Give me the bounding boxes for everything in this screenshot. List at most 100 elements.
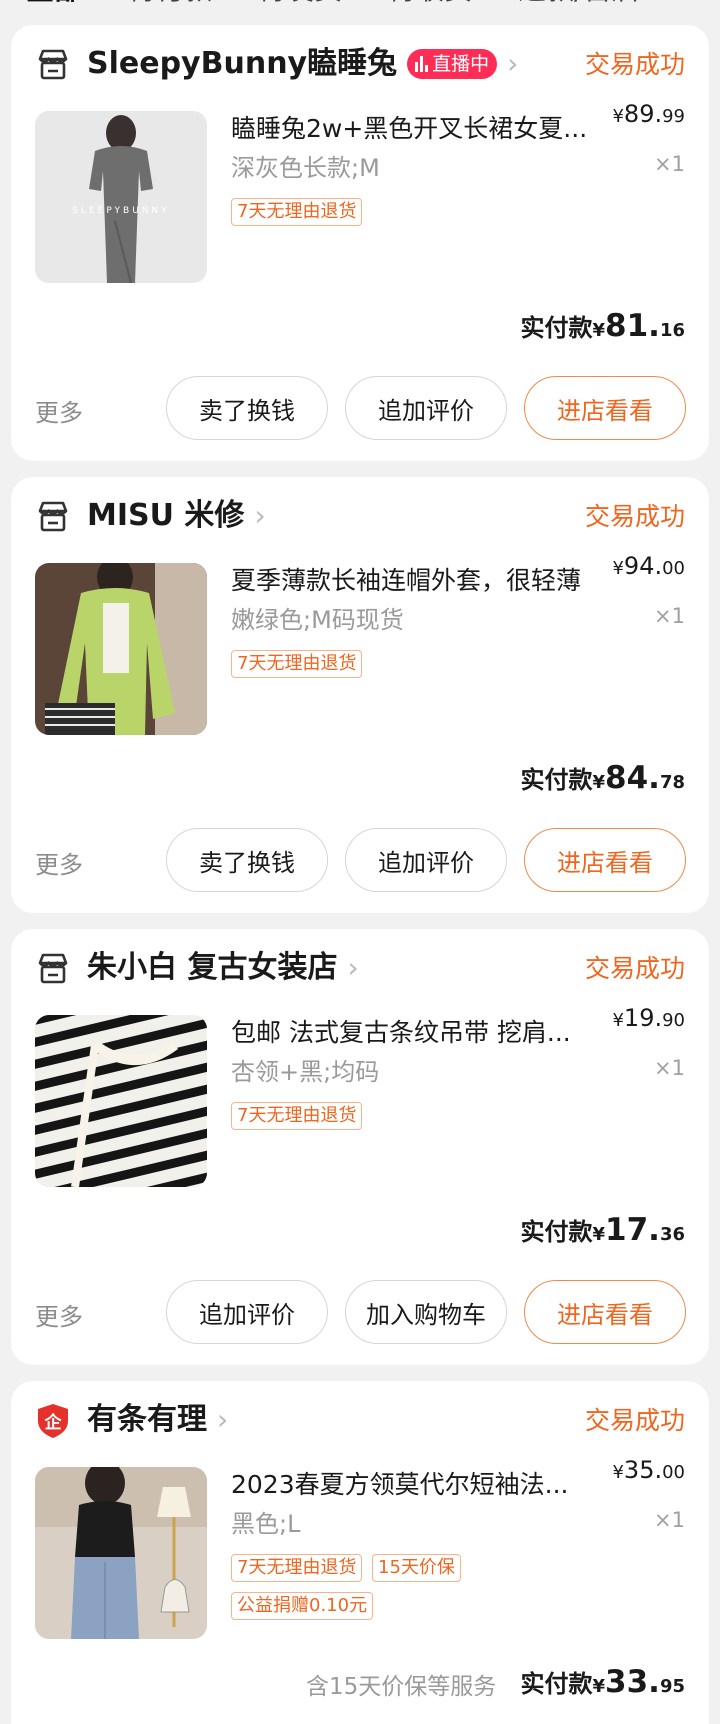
enterprise-shield-icon: 企 (35, 1403, 71, 1439)
amount-paid-decimal: 78 (659, 772, 685, 793)
return-policy-tag: 7天无理由退货 (231, 650, 363, 678)
amount-paid-decimal: 16 (659, 320, 685, 341)
product-image[interactable] (35, 1015, 207, 1187)
visit-store-button[interactable]: 进店看看 (524, 1280, 686, 1344)
quantity: ×1 (654, 152, 685, 176)
price-decimal: 99 (662, 106, 685, 127)
tab-all[interactable]: 全部 (26, 0, 82, 8)
product-image-watermark: SLEEPYBUNNY (72, 206, 170, 216)
add-review-button[interactable]: 追加评价 (345, 376, 507, 440)
product-variant: 深灰色长款;M (231, 154, 380, 182)
service-note: 含15天价保等服务 (306, 1674, 497, 1700)
store-name-link[interactable]: 有条有理 › (87, 1397, 228, 1443)
order-list-page: 全部 待付款 待发货 待收货 退款/售后 SleepyBunny瞌睡兔 直播中 (0, 0, 720, 1724)
store-name: SleepyBunny瞌睡兔 (87, 46, 398, 81)
order-status: 交易成功 (584, 954, 685, 983)
unit-price: ¥89.99 (612, 100, 685, 128)
more-link[interactable]: 更多 (35, 1297, 83, 1332)
charity-tag: 公益捐赠0.10元 (231, 1592, 374, 1620)
order-card-header: 企 有条有理 › 交易成功 (11, 1381, 709, 1461)
store-icon (35, 47, 71, 83)
svg-text:企: 企 (44, 1412, 63, 1433)
tab-pending-shipment[interactable]: 待发货 (258, 0, 342, 8)
order-card: SleepyBunny瞌睡兔 直播中 › 交易成功 SLEEPYBUNNY 瞌睡… (11, 25, 709, 461)
more-link[interactable]: 更多 (35, 845, 83, 880)
amount-paid-integer: 17. (605, 1212, 660, 1248)
price-integer: 89. (623, 100, 663, 128)
order-card: MISU 米修 › 交易成功 夏季薄款长袖连帽外套，很轻薄 嫩绿色;M码现货 7… (11, 477, 709, 913)
order-card-header: SleepyBunny瞌睡兔 直播中 › 交易成功 (11, 25, 709, 105)
add-review-button[interactable]: 追加评价 (345, 828, 507, 892)
add-to-cart-button[interactable]: 加入购物车 (345, 1280, 507, 1344)
return-policy-tag: 7天无理由退货 (231, 198, 363, 226)
product-image[interactable] (35, 563, 207, 735)
unit-price: ¥19.90 (612, 1004, 685, 1032)
amount-paid-integer: 81. (605, 308, 660, 344)
amount-paid-decimal: 36 (659, 1224, 685, 1245)
return-policy-tag: 7天无理由退货 (231, 1554, 363, 1582)
chevron-right-icon: › (217, 1403, 229, 1436)
amount-paid: 实付款¥17.36 (520, 1212, 685, 1248)
product-image[interactable] (35, 1467, 207, 1639)
tab-pending-payment[interactable]: 待付款 (128, 0, 212, 8)
order-status: 交易成功 (584, 502, 685, 531)
product-title[interactable]: 包邮 法式复古条纹吊带 挖肩... (231, 1013, 621, 1049)
return-policy-tag: 7天无理由退货 (231, 1102, 363, 1130)
store-name-link[interactable]: SleepyBunny瞌睡兔 直播中 › (87, 41, 518, 87)
order-status: 交易成功 (584, 50, 685, 79)
order-card-header: 朱小白 复古女装店 › 交易成功 (11, 929, 709, 1009)
amount-paid-currency: ¥ (592, 1676, 606, 1697)
unit-price: ¥94.00 (612, 552, 685, 580)
product-image[interactable]: SLEEPYBUNNY (35, 111, 207, 283)
quantity: ×1 (654, 1056, 685, 1080)
product-variant: 杏领+黑;均码 (231, 1058, 380, 1086)
price-decimal: 90 (662, 1010, 685, 1031)
chevron-right-icon: › (254, 499, 266, 532)
order-status: 交易成功 (584, 1406, 685, 1435)
unit-price: ¥35.00 (612, 1456, 685, 1484)
amount-paid-label: 实付款 (520, 766, 593, 794)
store-icon (35, 951, 71, 987)
product-variant: 嫩绿色;M码现货 (231, 606, 404, 634)
tab-pending-receipt[interactable]: 待收货 (388, 0, 472, 8)
amount-paid: 实付款¥33.95 (520, 1664, 685, 1700)
live-badge[interactable]: 直播中 (407, 49, 498, 79)
chevron-right-icon: › (507, 47, 519, 80)
price-protection-tag: 15天价保 (372, 1554, 461, 1582)
store-name: 有条有理 (87, 1402, 207, 1437)
resell-button[interactable]: 卖了换钱 (166, 828, 328, 892)
visit-store-button[interactable]: 进店看看 (524, 376, 686, 440)
more-link[interactable]: 更多 (35, 393, 83, 428)
product-variant: 黑色;L (231, 1510, 301, 1538)
amount-paid-label: 实付款 (520, 314, 593, 342)
visit-store-button[interactable]: 进店看看 (524, 828, 686, 892)
amount-paid-currency: ¥ (592, 1224, 606, 1245)
product-title[interactable]: 2023春夏方领莫代尔短袖法... (231, 1465, 621, 1501)
price-integer: 19. (623, 1004, 663, 1032)
store-name-link[interactable]: 朱小白 复古女装店 › (87, 945, 359, 991)
quantity: ×1 (654, 604, 685, 628)
order-card-header: MISU 米修 › 交易成功 (11, 477, 709, 557)
store-icon (35, 499, 71, 535)
tab-refund[interactable]: 退款/售后 (518, 0, 639, 8)
product-title[interactable]: 瞌睡兔2w+黑色开叉长裙女夏... (231, 109, 621, 145)
price-decimal: 00 (662, 1462, 685, 1483)
amount-paid-decimal: 95 (659, 1676, 685, 1697)
product-title[interactable]: 夏季薄款长袖连帽外套，很轻薄 (231, 561, 621, 597)
amount-paid-integer: 84. (605, 760, 660, 796)
store-name: 朱小白 复古女装店 (87, 950, 338, 985)
price-currency: ¥ (612, 1462, 624, 1483)
resell-button[interactable]: 卖了换钱 (166, 376, 328, 440)
store-name-link[interactable]: MISU 米修 › (87, 493, 266, 539)
live-bars-icon (415, 56, 429, 72)
add-review-button[interactable]: 追加评价 (166, 1280, 328, 1344)
amount-paid-label: 实付款 (520, 1218, 593, 1246)
order-card: 朱小白 复古女装店 › 交易成功 包邮 法式复古条纹吊带 挖肩... 杏领+黑;… (11, 929, 709, 1365)
amount-paid: 实付款¥81.16 (520, 308, 685, 344)
price-currency: ¥ (612, 106, 624, 127)
amount-paid-currency: ¥ (592, 772, 606, 793)
order-card: 企 有条有理 › 交易成功 2023春夏方领莫代尔短袖法... 黑色;L 7天无… (11, 1381, 709, 1724)
price-currency: ¥ (612, 558, 624, 579)
live-badge-label: 直播中 (432, 53, 490, 75)
amount-paid-integer: 33. (605, 1664, 660, 1700)
